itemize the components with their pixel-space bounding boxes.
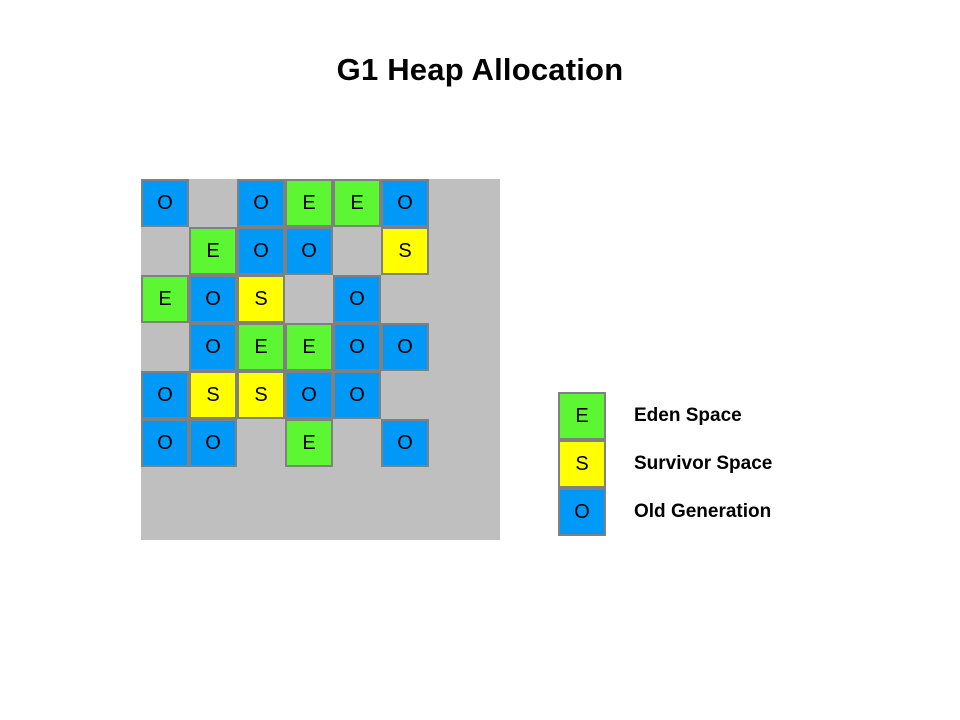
heap-region-cell: O: [189, 323, 237, 371]
heap-region-cell: E: [333, 179, 381, 227]
heap-panel: OOEEOEOOSEOSOOEEOOOSSOOOOEO: [141, 179, 500, 540]
heap-region-cell: O: [333, 275, 381, 323]
heap-region-cell: O: [381, 179, 429, 227]
heap-region-cell: O: [141, 371, 189, 419]
heap-region-cell: E: [237, 323, 285, 371]
heap-region-cell-empty: [381, 275, 429, 323]
heap-region-cell-empty: [237, 419, 285, 467]
legend: E Eden Space S Survivor Space O Old Generatio…: [558, 392, 772, 536]
page-title: G1 Heap Allocation: [336, 52, 624, 87]
heap-region-cell: O: [285, 371, 333, 419]
heap-region-cell: S: [237, 371, 285, 419]
heap-region-cell-empty: [333, 419, 381, 467]
heap-region-cell: E: [285, 179, 333, 227]
legend-item: O Old Generation: [558, 488, 772, 536]
heap-region-cell: O: [333, 371, 381, 419]
heap-region-cell-empty: [285, 275, 333, 323]
heap-region-cell: S: [189, 371, 237, 419]
heap-region-cell: E: [141, 275, 189, 323]
heap-region-cell: O: [381, 323, 429, 371]
heap-region-cell: S: [237, 275, 285, 323]
legend-swatch: O: [558, 488, 606, 536]
legend-swatch: E: [558, 392, 606, 440]
legend-label: Old Generation: [634, 501, 772, 522]
legend-label: Eden Space: [634, 405, 742, 426]
heap-region-cell-empty: [141, 323, 189, 371]
heap-region-cell: O: [141, 419, 189, 467]
heap-region-grid: OOEEOEOOSEOSOOEEOOOSSOOOOEO: [141, 179, 429, 467]
heap-region-cell-empty: [189, 179, 237, 227]
heap-region-cell: E: [285, 419, 333, 467]
heap-region-cell-empty: [381, 371, 429, 419]
legend-swatch: S: [558, 440, 606, 488]
heap-region-cell: O: [381, 419, 429, 467]
heap-region-cell: O: [237, 227, 285, 275]
heap-region-cell-empty: [333, 227, 381, 275]
heap-region-cell-empty: [141, 227, 189, 275]
heap-region-cell: O: [189, 275, 237, 323]
legend-label: Survivor Space: [634, 453, 773, 474]
heap-region-cell: O: [141, 179, 189, 227]
legend-item: S Survivor Space: [558, 440, 772, 488]
heap-region-cell: S: [381, 227, 429, 275]
heap-region-cell: E: [189, 227, 237, 275]
heap-region-cell: O: [237, 179, 285, 227]
heap-region-cell: O: [285, 227, 333, 275]
heap-region-cell: O: [333, 323, 381, 371]
heap-region-cell: O: [189, 419, 237, 467]
heap-region-cell: E: [285, 323, 333, 371]
legend-item: E Eden Space: [558, 392, 772, 440]
